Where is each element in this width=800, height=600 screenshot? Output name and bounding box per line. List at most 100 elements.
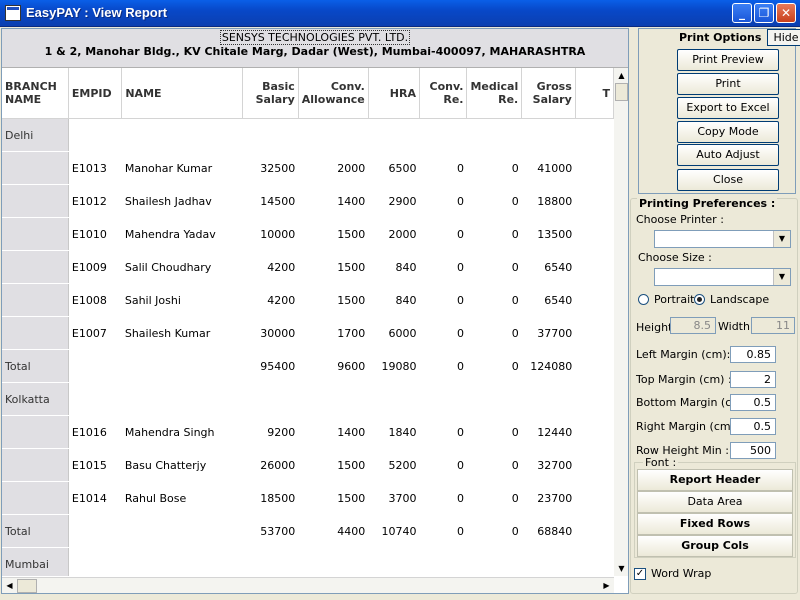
printing-preferences-title: Printing Preferences : [637, 197, 778, 210]
portrait-radio[interactable] [638, 294, 649, 305]
table-cell [522, 119, 576, 152]
printer-select[interactable]: ▼ [654, 230, 791, 248]
branch-cell: Delhi [2, 118, 69, 152]
print-preview-button[interactable]: Print Preview [677, 49, 779, 71]
landscape-radio[interactable] [694, 294, 705, 305]
table-row[interactable]: E1010 Mahendra Yadav 10000 1500 2000 0 0 13500 [2, 217, 614, 251]
scroll-right-arrow[interactable]: ▶ [599, 578, 614, 593]
left-margin-field[interactable]: 0.85 [730, 346, 776, 363]
table-cell: 3700 [388, 491, 417, 505]
portrait-label: Portrait [654, 293, 695, 306]
table-row[interactable]: Total 53700 4400 10740 0 0 68840 [2, 514, 614, 548]
table-cell: Basu Chatterjy [124, 458, 207, 472]
table-cell: 0 [456, 359, 464, 373]
table-row[interactable]: Mumbai [2, 547, 614, 577]
table-cell: 32700 [537, 458, 573, 472]
right-margin-label: Right Margin (cm) : [636, 420, 743, 433]
group-cols-font-button[interactable]: Group Cols [637, 535, 793, 557]
report-viewer: SENSYS TECHNOLOGIES PVT. LTD. 1 & 2, Man… [1, 28, 629, 594]
table-row[interactable]: E1014 Rahul Bose 18500 1500 3700 0 0 23700 [2, 481, 614, 515]
table-cell [68, 350, 121, 383]
table-row[interactable]: Kolkatta [2, 382, 614, 416]
column-header: EMPID [68, 68, 123, 119]
right-margin-field[interactable]: 0.5 [730, 418, 776, 435]
table-cell [575, 383, 613, 416]
table-row[interactable]: E1008 Sahil Joshi 4200 1500 840 0 0 6540 [2, 283, 614, 317]
report-table: BRANCH NAME EMPID NAME Basic Salary Conv. Al… [2, 68, 614, 576]
table-row[interactable]: E1012 Shailesh Jadhav 14500 1400 2900 0 0 18800 [2, 184, 614, 218]
table-row[interactable]: E1015 Basu Chatterjy 26000 1500 5200 0 0 32700 [2, 448, 614, 482]
column-header: Basic Salary [242, 68, 299, 119]
data-area-font-button[interactable]: Data Area [637, 491, 793, 513]
scroll-up-arrow[interactable]: ▲ [614, 68, 628, 83]
table-cell [298, 119, 368, 152]
copy-mode-button[interactable]: Copy Mode [677, 121, 779, 143]
table-cell: 0 [456, 425, 464, 439]
auto-adjust-button[interactable]: Auto Adjust [677, 144, 779, 166]
company-name[interactable]: SENSYS TECHNOLOGIES PVT. LTD. [219, 30, 411, 45]
table-cell: Salil Choudhary [124, 260, 212, 274]
branch-cell [2, 184, 69, 218]
print-button[interactable]: Print [677, 73, 779, 95]
table-cell [575, 317, 613, 350]
export-excel-button[interactable]: Export to Excel [677, 97, 779, 119]
table-cell: 0 [456, 260, 464, 274]
table-cell: 30000 [260, 326, 296, 340]
table-row[interactable]: E1013 Manohar Kumar 32500 2000 6500 0 0 41000 [2, 151, 614, 185]
table-cell [298, 383, 368, 416]
row-height-field[interactable]: 500 [730, 442, 776, 459]
table-row[interactable]: Total 95400 9600 19080 0 0 124080 [2, 349, 614, 383]
horizontal-scrollbar[interactable]: ◀ ▶ [2, 577, 614, 593]
table-cell: E1015 [71, 458, 107, 472]
fixed-rows-font-button[interactable]: Fixed Rows [637, 513, 793, 535]
restore-button[interactable]: ❐ [754, 3, 774, 23]
table-row[interactable]: E1009 Salil Choudhary 4200 1500 840 0 0 6540 [2, 250, 614, 284]
table-cell: E1013 [71, 161, 107, 175]
top-margin-field[interactable]: 2 [730, 371, 776, 388]
table-cell [242, 548, 298, 577]
report-grid[interactable]: BRANCH NAME EMPID NAME Basic Salary Conv. Al… [2, 68, 614, 576]
top-margin-label: Top Margin (cm) : [636, 373, 732, 386]
hide-button[interactable]: Hide [767, 29, 800, 46]
scroll-left-arrow[interactable]: ◀ [2, 578, 17, 593]
table-cell: 0 [511, 161, 519, 175]
branch-cell [2, 316, 69, 350]
column-header: NAME [121, 68, 243, 119]
table-cell: 0 [456, 161, 464, 175]
height-label: Height [636, 321, 673, 334]
table-cell [575, 119, 613, 152]
report-header-font-button[interactable]: Report Header [637, 469, 793, 491]
vertical-scroll-thumb[interactable] [615, 83, 628, 101]
table-cell: 1500 [337, 458, 366, 472]
column-header: Medical Re. [466, 68, 523, 119]
table-cell: 1500 [337, 260, 366, 274]
table-cell [368, 548, 419, 577]
company-address: 1 & 2, Manohar Bldg., KV Chitale Marg, D… [44, 45, 586, 58]
table-cell [298, 548, 368, 577]
table-cell [575, 416, 613, 449]
close-report-button[interactable]: Close [677, 169, 779, 191]
table-row[interactable]: Delhi [2, 118, 614, 152]
horizontal-scroll-thumb[interactable] [17, 579, 37, 593]
table-cell: 6500 [388, 161, 417, 175]
table-cell [522, 548, 576, 577]
table-row[interactable]: E1016 Mahendra Singh 9200 1400 1840 0 0 12440 [2, 415, 614, 449]
scroll-down-arrow[interactable]: ▼ [614, 561, 628, 576]
size-select[interactable]: ▼ [654, 268, 791, 286]
close-window-button[interactable]: ✕ [776, 3, 796, 23]
minimize-button[interactable]: _ [732, 3, 752, 23]
vertical-scrollbar[interactable]: ▲ ▼ [614, 68, 628, 576]
branch-cell [2, 481, 69, 515]
table-cell: 0 [511, 425, 519, 439]
table-cell: 124080 [530, 359, 573, 373]
font-group: Font : Report Header Data Area Fixed Row… [634, 456, 796, 558]
table-cell [368, 119, 419, 152]
table-cell [575, 350, 613, 383]
word-wrap-checkbox[interactable]: ✓ [634, 568, 646, 580]
bottom-margin-field[interactable]: 0.5 [730, 394, 776, 411]
table-cell: Mahendra Yadav [124, 227, 216, 241]
table-row[interactable]: E1007 Shailesh Kumar 30000 1700 6000 0 0 37700 [2, 316, 614, 350]
table-cell [122, 548, 242, 577]
table-cell [575, 251, 613, 284]
table-cell: 1400 [337, 425, 366, 439]
